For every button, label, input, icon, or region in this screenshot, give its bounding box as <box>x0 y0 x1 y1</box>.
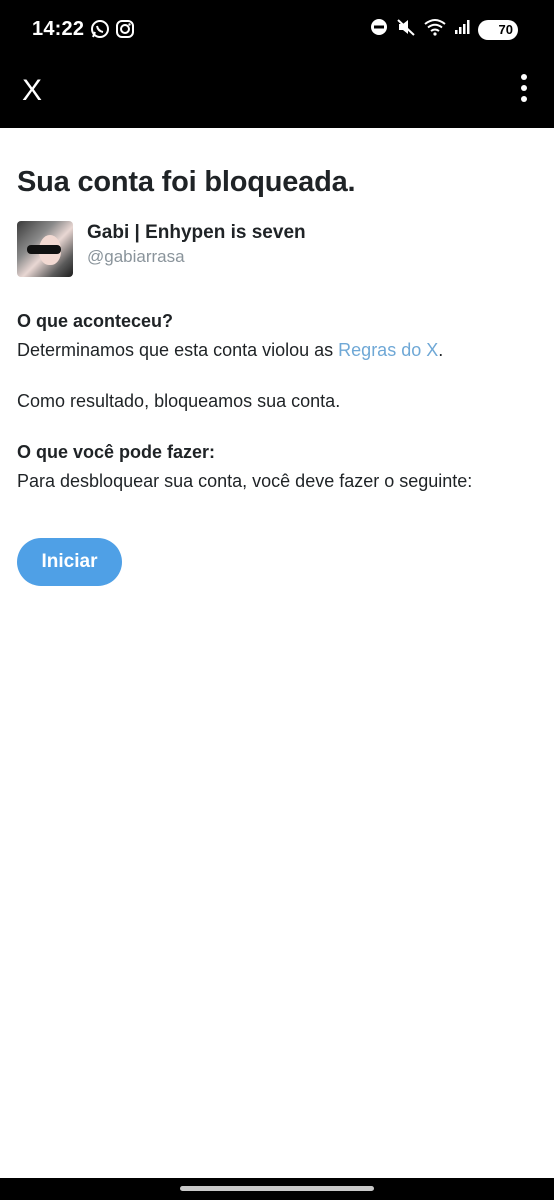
do-not-disturb-icon <box>370 18 388 41</box>
what-happened-section: O que aconteceu? Determinamos que esta c… <box>17 307 537 365</box>
battery-level: 70 <box>498 22 513 37</box>
violation-suffix: . <box>438 340 444 360</box>
battery-icon: 70 <box>478 19 518 40</box>
start-button[interactable]: Iniciar <box>17 538 122 586</box>
instagram-icon <box>115 19 135 44</box>
status-left-icons <box>90 19 135 44</box>
page-title: Sua conta foi bloqueada. <box>17 166 356 198</box>
result-text: Como resultado, bloqueamos sua conta. <box>17 391 341 411</box>
x-logo[interactable]: X <box>22 74 42 108</box>
whatsapp-icon <box>90 19 110 44</box>
home-gesture-handle[interactable] <box>180 1186 374 1191</box>
status-time: 14:22 <box>32 18 85 40</box>
account-text: Gabi | Enhypen is seven @gabiarrasa <box>87 222 306 267</box>
signal-icon <box>454 19 470 40</box>
what-to-do-heading: O que você pode fazer: <box>17 442 216 462</box>
more-vertical-icon[interactable] <box>518 74 530 104</box>
main-content: Sua conta foi bloqueada. Gabi | Enhypen … <box>0 128 554 586</box>
account-handle: @gabiarrasa <box>87 247 185 266</box>
account-card: Gabi | Enhypen is seven @gabiarrasa <box>17 221 537 277</box>
avatar <box>17 221 73 277</box>
account-name: Gabi | Enhypen is seven <box>87 222 306 243</box>
what-to-do-text: Para desbloquear sua conta, você deve fa… <box>17 471 473 491</box>
status-right-icons: 70 <box>370 18 518 41</box>
app-bar: X <box>0 60 554 128</box>
what-happened-heading: O que aconteceu? <box>17 311 174 331</box>
what-to-do-section: O que você pode fazer: Para desbloquear … <box>17 438 537 496</box>
violation-text: Determinamos que esta conta violou as <box>17 340 339 360</box>
navigation-bar <box>0 1178 554 1200</box>
mute-icon <box>396 18 416 41</box>
wifi-icon <box>424 18 446 41</box>
what-happened-text: Determinamos que esta conta violou as Re… <box>17 336 537 365</box>
rules-link[interactable]: Regras do X <box>338 340 438 360</box>
status-bar: 14:22 70 <box>0 0 554 60</box>
